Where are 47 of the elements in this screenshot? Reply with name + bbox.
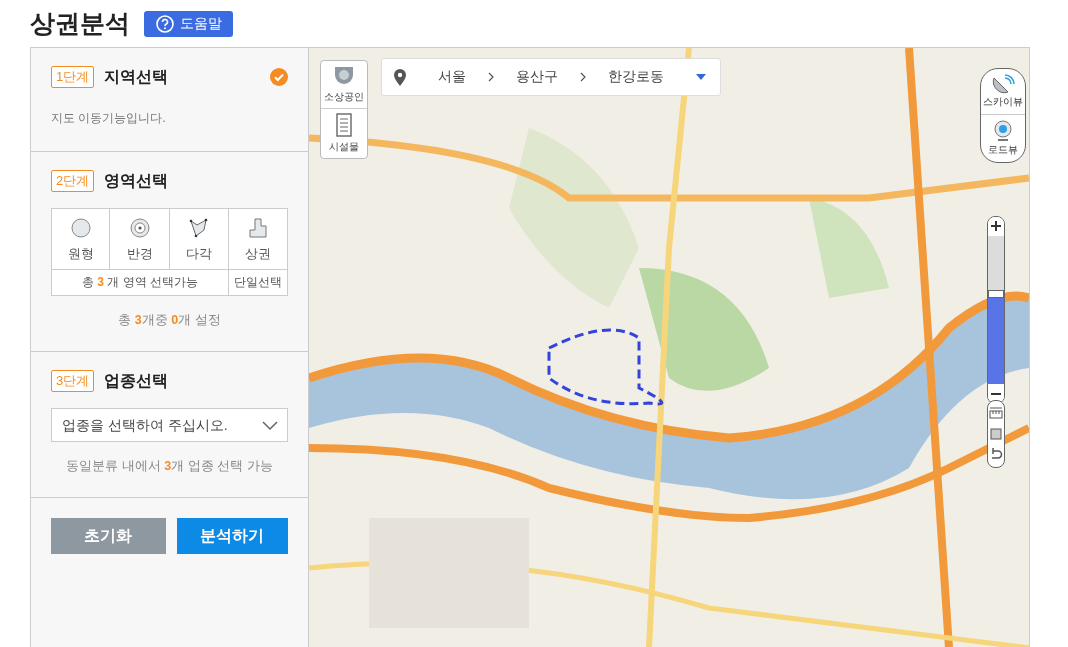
help-button[interactable]: 도움말 [144, 10, 233, 37]
check-icon [270, 68, 288, 86]
area-icon[interactable] [989, 427, 1003, 441]
polygon-icon [189, 218, 209, 238]
step-badge: 1단계 [51, 66, 95, 88]
zoom-slider[interactable] [988, 236, 1004, 384]
shield-logo-icon [332, 65, 356, 87]
analyze-button[interactable]: 분석하기 [176, 518, 288, 554]
step-title: 영역선택 [104, 170, 170, 191]
step-badge: 3단계 [51, 370, 95, 392]
step-title: 지역선택 [104, 66, 170, 87]
slider-thumb[interactable] [988, 290, 1004, 299]
pin-icon [394, 68, 406, 86]
plus-icon [991, 221, 1001, 231]
chevron-down-icon [262, 421, 278, 430]
industry-note: 동일분류 내에서 3개 업종 선택 가능 [65, 458, 274, 475]
location-item[interactable]: 한강로동 [608, 68, 664, 86]
selection-note: 총 3 개 영역 선택가능 [52, 270, 229, 296]
layer-button[interactable]: 소상공인 [321, 61, 367, 108]
layer-button[interactable]: 시설물 [321, 108, 367, 158]
step-title: 업종선택 [104, 370, 170, 391]
selection-note: 단일선택 [229, 270, 288, 296]
undo-icon[interactable] [989, 447, 1003, 461]
caret-down-icon[interactable] [696, 74, 706, 80]
location-item[interactable]: 용산구 [516, 68, 558, 86]
location-item[interactable]: 서울 [438, 68, 466, 86]
area-tool-button[interactable]: 원형 [52, 209, 110, 270]
circle-icon [70, 218, 91, 238]
target-icon [129, 218, 150, 238]
chevron-right-icon [580, 72, 586, 82]
view-button[interactable]: 로드뷰 [981, 114, 1025, 162]
building-icon [248, 218, 268, 238]
industry-select[interactable]: 업종을 선택하여 주십시오. [51, 408, 288, 442]
satellite-dish-icon [991, 74, 1015, 94]
step-note: 지도 이동기능입니다. [51, 110, 167, 127]
ruler-icon[interactable] [989, 407, 1003, 421]
area-tool-button[interactable]: 상권 [229, 209, 288, 270]
selection-summary: 총 3개중 0개 설정 [117, 312, 222, 329]
view-button[interactable]: 스카이뷰 [981, 69, 1025, 114]
chevron-right-icon [488, 72, 494, 82]
camera-icon [993, 120, 1013, 142]
page-title: 상권분석 [30, 8, 130, 39]
step-badge: 2단계 [51, 170, 95, 192]
building-icon [336, 113, 352, 137]
area-tool-button[interactable]: 반경 [110, 209, 170, 270]
area-tool-button[interactable]: 다각 [170, 209, 229, 270]
help-icon [156, 14, 174, 33]
